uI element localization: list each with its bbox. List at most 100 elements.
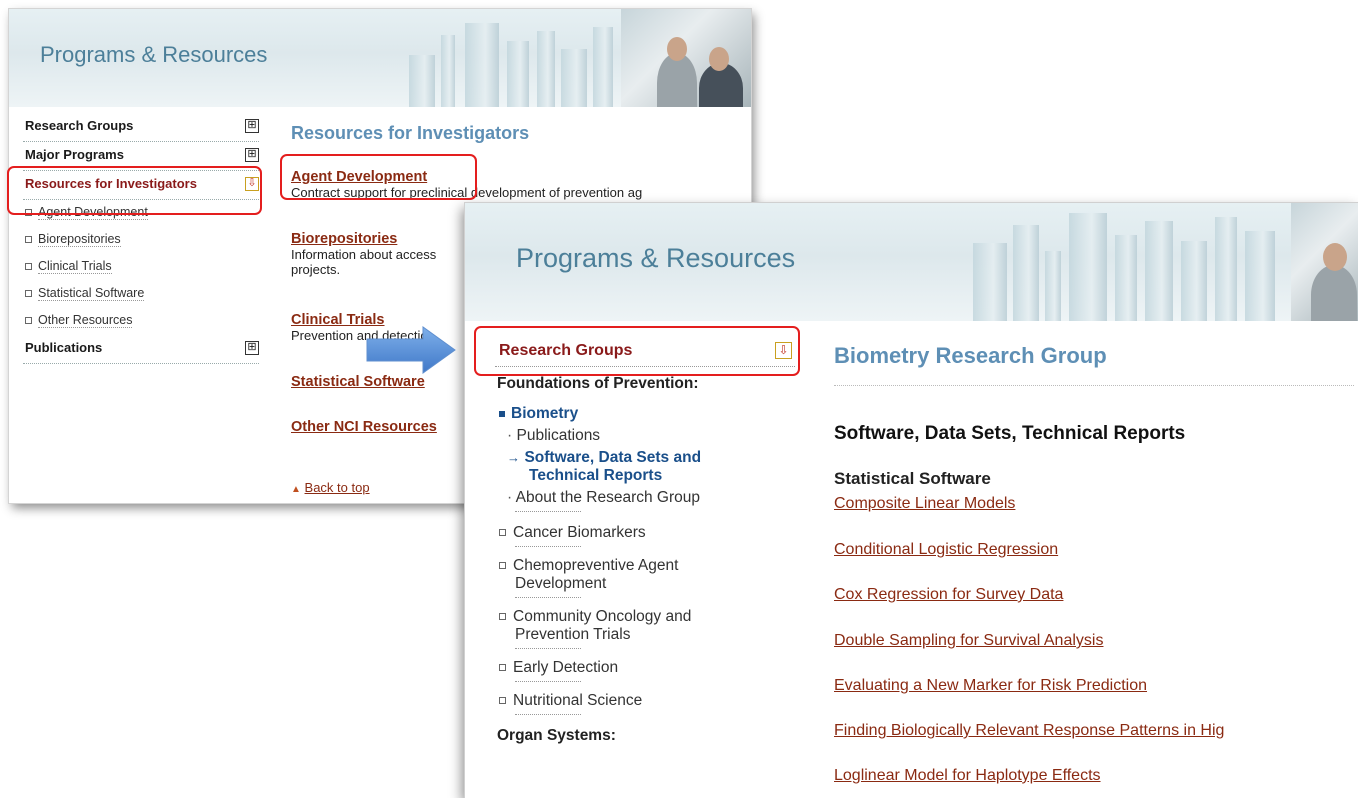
banner-pillar — [507, 41, 529, 107]
divider — [515, 710, 581, 715]
software-link[interactable]: Cox Regression for Survey Data — [834, 586, 1063, 604]
banner-title: Programs & Resources — [516, 243, 796, 273]
arrow-right-icon: → — [507, 450, 520, 465]
banner-pillar — [1013, 225, 1039, 321]
banner-pillar — [1145, 221, 1173, 321]
subsection-title: Statistical Software — [834, 469, 991, 488]
banner-pillar — [1115, 235, 1137, 321]
sidebar-subitem-biorepositories[interactable]: Biorepositories — [23, 227, 259, 254]
person-figure — [657, 53, 697, 107]
banner-pillar — [1215, 217, 1237, 321]
sidebar-item-label: Major Programs — [25, 147, 124, 162]
back-to-top-link[interactable]: ▲ Back to top — [291, 480, 370, 495]
banner-pillar — [973, 243, 1007, 321]
sidebar-item-label: Development — [515, 575, 607, 592]
banner-pillar — [593, 27, 613, 107]
sidebar-subitem-software[interactable]: → Software, Data Sets and Technical Repo… — [495, 449, 795, 485]
divider — [515, 644, 581, 649]
section-heading: Foundations of Prevention: — [497, 375, 699, 392]
bullet-icon — [25, 236, 32, 244]
sidebar-subitem-label: Statistical Software — [38, 286, 145, 301]
sidebar-item-label: Chemopreventive Agent — [513, 557, 679, 574]
sidebar-item-nutritional-science[interactable]: Nutritional Science — [495, 692, 795, 715]
banner-photo — [621, 9, 751, 107]
main-content: Resources for Investigators Agent Develo… — [291, 113, 751, 495]
sidebar-item-community-oncology[interactable]: Community Oncology and Prevention Trials — [495, 608, 795, 649]
sidebar-subitem-label: Biorepositories — [38, 232, 121, 247]
sidebar-subitem-other-resources[interactable]: Other Resources — [23, 308, 259, 335]
divider — [834, 385, 1354, 386]
banner-pillar — [441, 35, 455, 107]
sidebar-item-label: Biometry — [511, 405, 579, 422]
expand-icon[interactable]: ⊞ — [245, 119, 259, 133]
highlight-box — [280, 154, 477, 200]
bullet-icon — [499, 410, 505, 417]
resource-item: Statistical Software — [291, 374, 425, 390]
expand-icon[interactable]: ⊞ — [245, 148, 259, 162]
sidebar-subitem-publications[interactable]: · Publications — [495, 427, 795, 445]
software-link[interactable]: Double Sampling for Survival Analysis — [834, 632, 1103, 650]
divider — [515, 542, 581, 547]
sidebar-subitem-statistical-software[interactable]: Statistical Software — [23, 281, 259, 308]
divider — [515, 677, 581, 682]
page-title: Biometry Research Group — [834, 343, 1107, 368]
back-to-top-label: Back to top — [304, 480, 370, 495]
sidebar-item-biometry[interactable]: Biometry — [495, 405, 795, 423]
person-figure — [1311, 265, 1357, 321]
expand-icon[interactable]: ⊞ — [245, 341, 259, 355]
caret-up-icon: ▲ — [291, 484, 301, 495]
banner-photo — [1291, 203, 1358, 321]
resource-item: Biorepositories Information about access… — [291, 231, 436, 277]
software-link[interactable]: Composite Linear Models — [834, 495, 1015, 513]
person-head — [1323, 243, 1347, 271]
bullet-icon — [499, 664, 506, 672]
section-title: Software, Data Sets, Technical Reports — [834, 423, 1186, 444]
sidebar-item-research-groups[interactable]: Research Groups ⊞ — [23, 113, 259, 142]
resource-description: Information about access — [291, 247, 437, 262]
bullet-icon — [499, 697, 506, 705]
bullet-icon: · — [507, 489, 513, 506]
sidebar-item-label: Community Oncology and — [513, 608, 692, 625]
bullet-icon — [499, 529, 506, 537]
sidebar-item-label: Nutritional Science — [513, 692, 643, 709]
sidebar-item-label: Publications — [25, 340, 103, 355]
resource-link[interactable]: Statistical Software — [291, 374, 425, 390]
sidebar-item-early-detection[interactable]: Early Detection — [495, 659, 795, 682]
bullet-icon: · — [507, 427, 513, 444]
divider — [515, 507, 581, 512]
software-link[interactable]: Conditional Logistic Regression — [834, 541, 1058, 559]
highlight-box — [7, 166, 262, 215]
front-window: Programs & Resources Research Groups ⇩ F… — [465, 203, 1358, 798]
resource-link[interactable]: Biorepositories — [291, 231, 436, 247]
sidebar-subitem-clinical-trials[interactable]: Clinical Trials — [23, 254, 259, 281]
sidebar-item-label: Research Groups — [25, 118, 134, 133]
person-head — [709, 47, 729, 71]
banner-title: Programs & Resources — [40, 42, 268, 67]
arrow-right-icon — [366, 326, 456, 374]
software-link[interactable]: Finding Biologically Relevant Response P… — [834, 722, 1224, 740]
banner-pillar — [537, 31, 555, 107]
sidebar-item-publications[interactable]: Publications ⊞ — [23, 335, 259, 364]
software-link[interactable]: Evaluating a New Marker for Risk Predict… — [834, 677, 1147, 695]
sidebar-item-label: Early Detection — [513, 659, 619, 676]
sidebar-item-cancer-biomarkers[interactable]: Cancer Biomarkers — [495, 524, 795, 547]
software-link[interactable]: Loglinear Model for Haplotype Effects — [834, 767, 1101, 785]
sidebar-item-chemopreventive[interactable]: Chemopreventive Agent Development — [495, 557, 795, 598]
sidebar-subitem-label: Publications — [516, 427, 601, 444]
divider — [515, 593, 581, 598]
sidebar-item-label: Prevention Trials — [515, 626, 631, 643]
sidebar-item-label: Cancer Biomarkers — [513, 524, 646, 541]
banner-pillar — [409, 55, 435, 107]
sidebar-subitem-about[interactable]: · About the Research Group — [495, 489, 795, 507]
banner-pillar — [1245, 231, 1275, 321]
banner-pillar — [561, 49, 587, 107]
bullet-icon — [499, 562, 506, 570]
section-heading: Organ Systems: — [497, 727, 616, 744]
bullet-icon — [499, 613, 506, 621]
sidebar: Research Groups ⇩ Foundations of Prevent… — [495, 336, 795, 745]
person-head — [667, 37, 687, 61]
banner: Programs & Resources — [9, 9, 751, 107]
highlight-box — [474, 326, 800, 376]
banner-pillar — [1181, 241, 1207, 321]
resource-link[interactable]: Other NCI Resources — [291, 419, 437, 435]
